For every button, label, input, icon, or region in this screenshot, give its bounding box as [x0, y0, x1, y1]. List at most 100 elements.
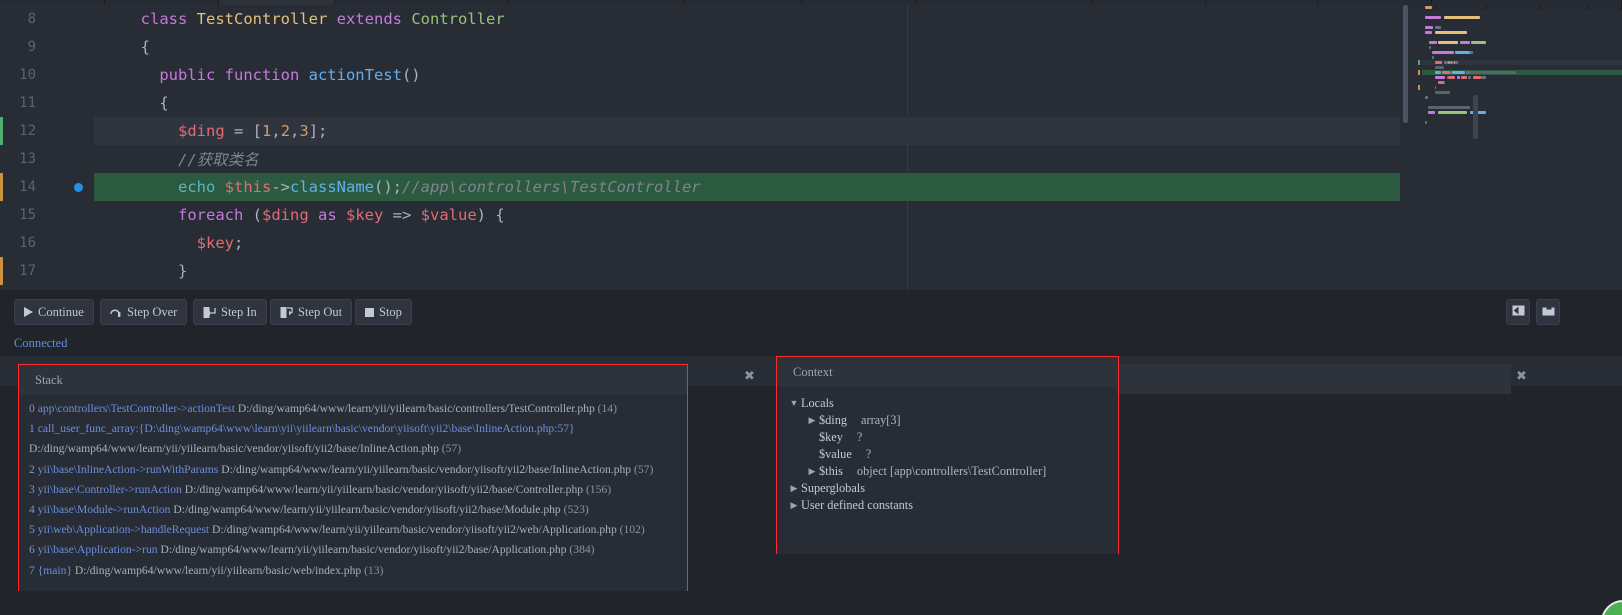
stack-frame-index: 5 — [29, 523, 38, 537]
layout-left-button[interactable] — [1506, 299, 1530, 325]
stack-frame-function[interactable]: yii\web\Application->handleRequest — [38, 523, 209, 536]
code-text: class TestController extends Controller — [94, 10, 1400, 28]
stack-frame-row[interactable]: 0 app\controllers\TestController->action… — [19, 399, 687, 419]
stack-list[interactable]: 0 app\controllers\TestController->action… — [19, 395, 687, 591]
code-line[interactable]: 18 //别名alisas — [0, 285, 1400, 290]
debug-panels-region: Stack 0 app\controllers\TestController->… — [0, 356, 1622, 615]
code-line[interactable]: 11 { — [0, 89, 1400, 117]
stack-frame-row[interactable]: 1 call_user_func_array:{D:\ding\wamp64\w… — [19, 419, 687, 439]
step-over-button[interactable]: Step Over — [100, 299, 188, 325]
minimap-token — [1472, 76, 1482, 79]
breakpoint-gutter[interactable] — [46, 117, 94, 145]
code-line[interactable]: 13 //获取类名 — [0, 145, 1400, 173]
context-variable-value: ? — [865, 447, 872, 461]
stack-frame-function[interactable]: call_user_func_array:{D:\ding\wamp64\www… — [38, 422, 575, 435]
stack-frame-function[interactable]: app\controllers\TestController->actionTe… — [38, 402, 235, 415]
stack-frame-row[interactable]: 4 yii\base\Module->runAction D:/ding/wam… — [19, 500, 687, 520]
stack-frame-row[interactable]: 5 yii\web\Application->handleRequest D:/… — [19, 520, 687, 540]
breakpoint-gutter[interactable] — [46, 145, 94, 173]
stack-frame-index: 2 — [29, 462, 38, 476]
layout-right-button[interactable] — [1536, 299, 1560, 325]
breakpoint-icon[interactable] — [74, 183, 83, 192]
context-variable-name: Superglobals — [801, 481, 865, 495]
code-line[interactable]: 8 class TestController extends Controlle… — [0, 5, 1400, 33]
step-out-button[interactable]: Step Out — [270, 299, 353, 325]
minimap-token — [1428, 111, 1435, 114]
debug-toolbar[interactable]: Continue Step Over Step In Step Out Stop — [0, 290, 1622, 615]
context-tree-row[interactable]: $value? — [787, 446, 1118, 463]
minimap-token — [1442, 71, 1450, 74]
code-token: $key — [346, 206, 384, 224]
stack-frame-row[interactable]: 3 yii\base\Controller->runAction D:/ding… — [19, 480, 687, 500]
code-surface[interactable]: 8 class TestController extends Controlle… — [0, 5, 1400, 290]
minimap-token — [1438, 111, 1467, 114]
breakpoint-gutter[interactable] — [46, 173, 94, 201]
line-number: 12 — [19, 123, 36, 139]
context-tree-row[interactable]: ▼ Locals — [787, 395, 1118, 412]
context-tree-row[interactable]: ▶ Superglobals — [787, 480, 1118, 497]
editor-vertical-scrollbar[interactable] — [1400, 5, 1414, 290]
breakpoint-gutter[interactable] — [46, 5, 94, 33]
code-token: ; — [233, 234, 244, 252]
code-line[interactable]: 9 { — [0, 33, 1400, 61]
context-panel[interactable]: Context ▼ Locals ▶ $ding array[3] $key? $value… — [776, 356, 1119, 554]
context-tree-row[interactable]: $key? — [787, 429, 1118, 446]
code-line[interactable]: 16 $key; — [0, 229, 1400, 257]
stack-frame-path: D:/ding/wamp64/www/learn/yii/yiilearn/ba… — [170, 503, 564, 517]
stack-frame-row[interactable]: 7 {main} D:/ding/wamp64/www/learn/yii/yi… — [19, 561, 687, 581]
minimap-token — [1425, 16, 1442, 19]
breakpoint-gutter[interactable] — [46, 33, 94, 61]
chevron-right-icon[interactable]: ▶ — [805, 463, 819, 480]
stack-frame-function[interactable]: yii\base\Module->runAction — [38, 503, 171, 516]
breakpoint-gutter[interactable] — [46, 201, 94, 229]
context-tree-row[interactable]: ▶ User defined constants — [787, 497, 1118, 514]
code-line[interactable]: 15 foreach ($ding as $key => $value) { — [0, 201, 1400, 229]
code-text: foreach ($ding as $key => $value) { — [94, 206, 1400, 224]
breakpoint-gutter[interactable] — [46, 89, 94, 117]
chevron-down-icon[interactable]: ▼ — [787, 395, 801, 412]
right-panel-close-icon[interactable]: ✖ — [1516, 369, 1527, 384]
stack-frame-function[interactable]: yii\base\Application->run — [38, 543, 158, 556]
code-line[interactable]: 12 $ding = [1,2,3]; — [0, 117, 1400, 145]
stack-panel-close-icon[interactable]: ✖ — [744, 369, 755, 384]
minimap-token — [1425, 31, 1432, 34]
line-number: 13 — [19, 151, 36, 167]
code-line[interactable]: 10 public function actionTest() — [0, 61, 1400, 89]
scrollbar-thumb[interactable] — [1403, 5, 1408, 123]
stack-panel[interactable]: Stack 0 app\controllers\TestController->… — [18, 364, 688, 591]
code-token: 3 — [299, 122, 309, 140]
code-line[interactable]: 17 } — [0, 257, 1400, 285]
stack-frame-row[interactable]: D:/ding/wamp64/www/learn/yii/yiilearn/ba… — [19, 439, 687, 459]
step-in-button[interactable]: Step In — [193, 299, 267, 325]
stack-frame-function[interactable]: {main} — [38, 564, 72, 577]
layout-right-icon — [1542, 303, 1555, 321]
continue-button[interactable]: Continue — [14, 299, 94, 325]
stack-frame-row[interactable]: 2 yii\base\InlineAction->runWithParams D… — [19, 460, 687, 480]
stack-frame-row[interactable]: 6 yii\base\Application->run D:/ding/wamp… — [19, 540, 687, 560]
breakpoint-gutter[interactable] — [46, 61, 94, 89]
chevron-right-icon[interactable]: ▶ — [787, 497, 801, 514]
code-editor[interactable]: 8 class TestController extends Controlle… — [0, 5, 1622, 290]
chevron-right-icon[interactable]: ▶ — [805, 412, 819, 429]
line-number: 17 — [19, 263, 36, 279]
minimap-thumb[interactable] — [1473, 95, 1478, 139]
context-tree-row[interactable]: ▶ $ding array[3] — [787, 412, 1118, 429]
code-token: echo — [178, 178, 225, 196]
context-tree[interactable]: ▼ Locals ▶ $ding array[3] $key? $value? ▶ $this o… — [777, 387, 1118, 554]
minimap-rows — [1414, 5, 1622, 125]
stop-button[interactable]: Stop — [355, 299, 412, 325]
stack-frame-function[interactable]: yii\base\Controller->runAction — [38, 483, 182, 496]
stack-frame-function[interactable]: yii\base\InlineAction->runWithParams — [38, 463, 219, 476]
right-panel[interactable] — [1119, 364, 1511, 394]
breakpoint-gutter[interactable] — [46, 229, 94, 257]
code-minimap[interactable] — [1414, 5, 1622, 290]
context-tree-row[interactable]: ▶ $this object [app\controllers\TestContro… — [787, 463, 1118, 480]
code-line[interactable]: 14 echo $this->className();//app\control… — [0, 173, 1400, 201]
breakpoint-gutter[interactable] — [46, 257, 94, 285]
chevron-right-icon[interactable]: ▶ — [787, 480, 801, 497]
breakpoint-gutter[interactable] — [46, 285, 94, 290]
line-number: 16 — [19, 235, 36, 251]
stack-frame-index: 3 — [29, 482, 38, 496]
